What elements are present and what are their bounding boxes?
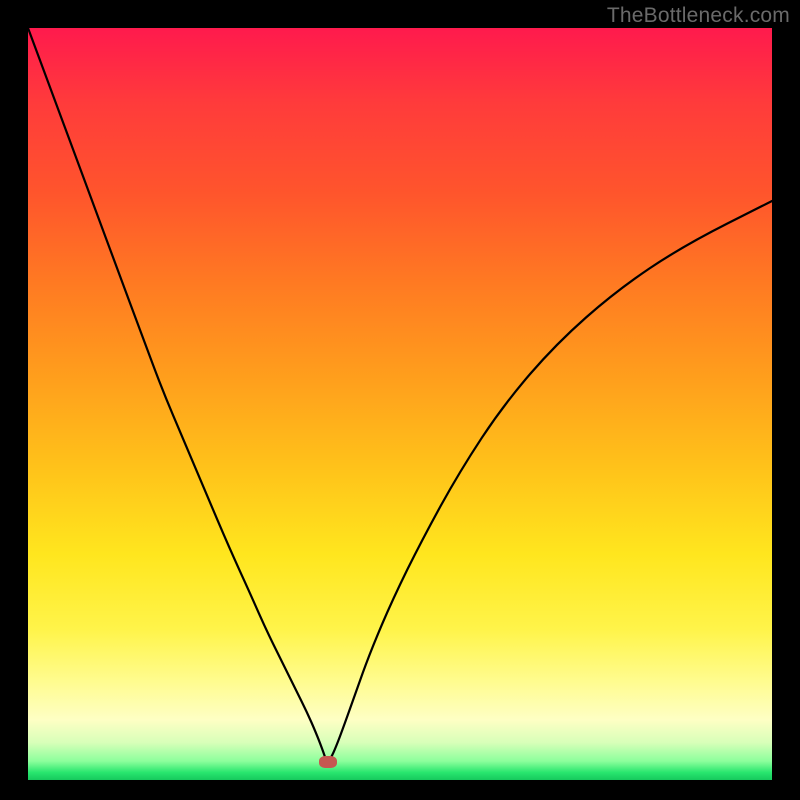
watermark-label: TheBottleneck.com <box>607 4 790 28</box>
bottleneck-curve <box>28 28 772 761</box>
chart-frame: TheBottleneck.com <box>0 0 800 800</box>
curve-layer <box>28 28 772 780</box>
minimum-marker <box>319 756 337 768</box>
plot-area <box>28 28 772 780</box>
